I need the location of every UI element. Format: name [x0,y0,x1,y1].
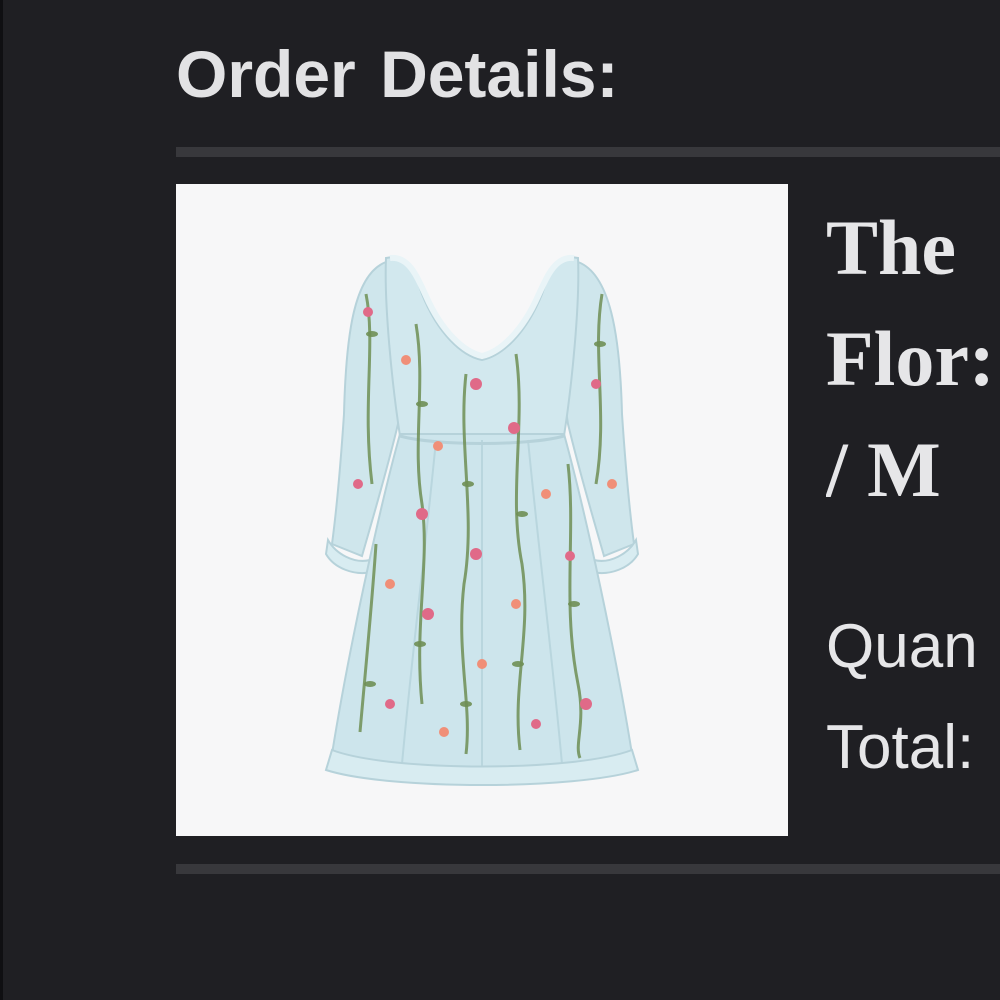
total-label: Total: [826,713,975,782]
bottom-divider [176,864,1000,874]
window-edge [0,0,3,1000]
floral-dress-illustration [324,254,640,786]
product-title[interactable]: The Flor: / M [826,192,1000,525]
order-details-heading: Order Details: [176,37,619,111]
product-image[interactable] [176,184,788,836]
product-title-line-3: / M [826,426,941,513]
order-details-page: Order Details: The Flor: / M Quan Total: [0,0,1000,1000]
quantity-label: Quan [826,612,978,681]
product-title-line-1: The [826,204,957,291]
top-divider [176,147,1000,157]
product-title-line-2: Flor: [826,315,995,402]
